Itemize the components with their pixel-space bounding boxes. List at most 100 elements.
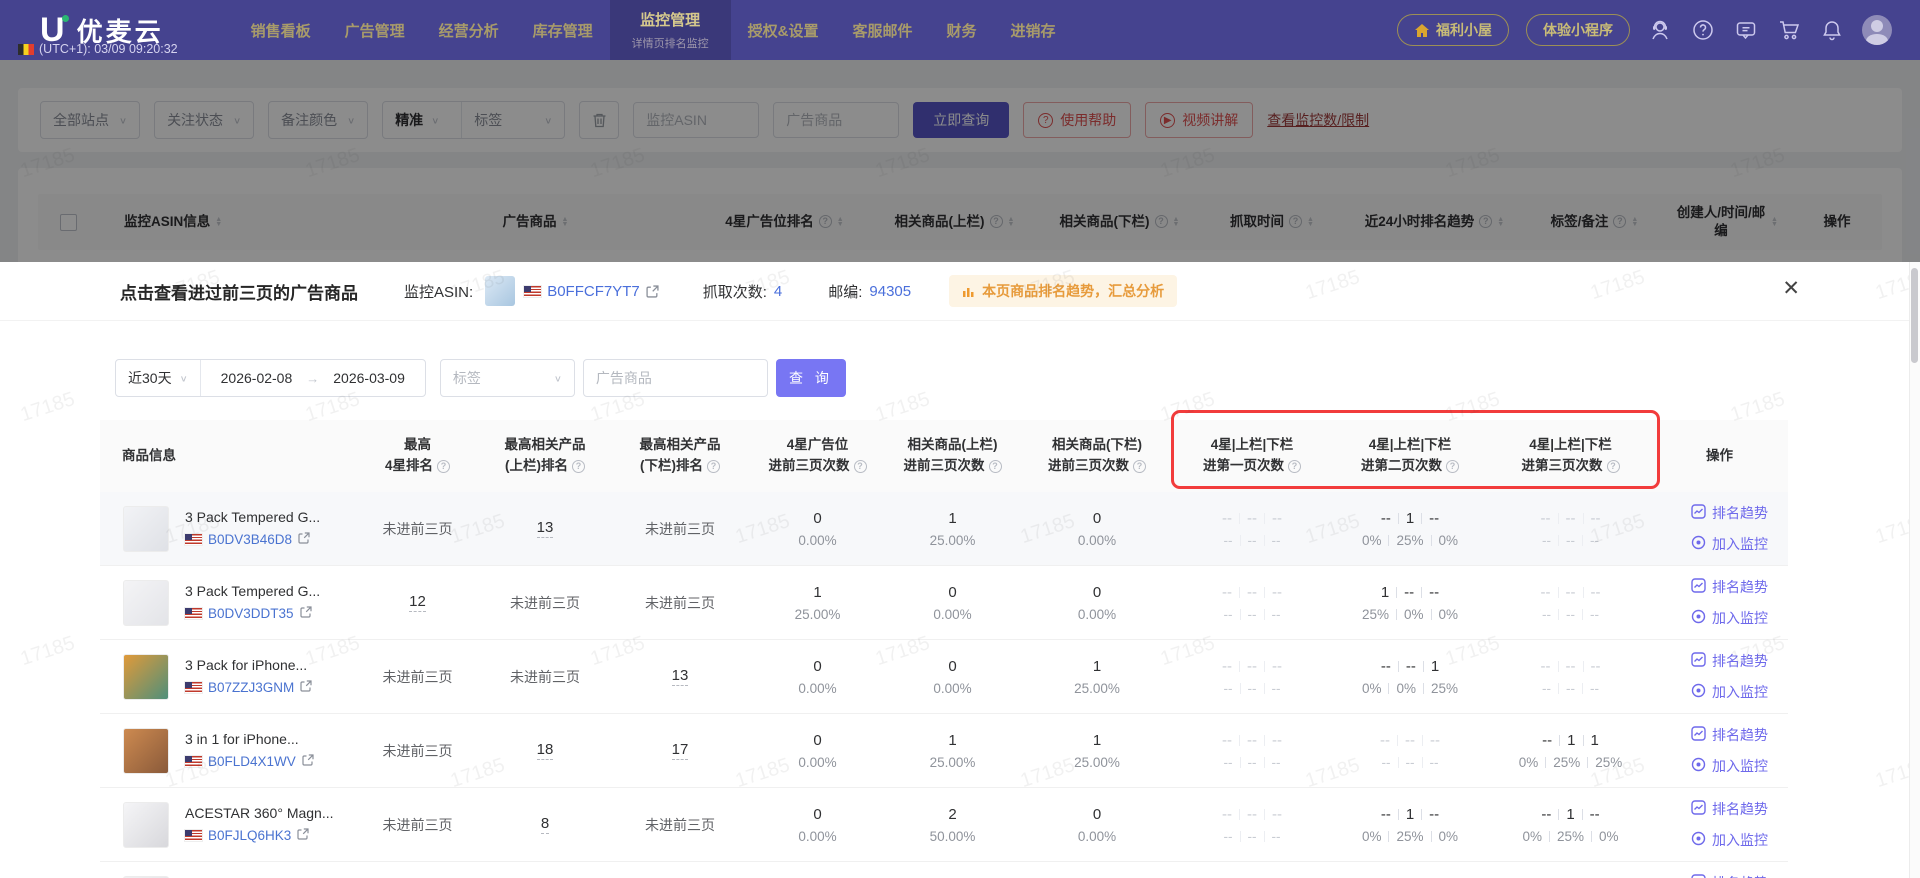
add-monitor-link[interactable]: 加入监控 — [1691, 534, 1768, 554]
nav-item-6[interactable]: 授权&设置 — [731, 0, 836, 60]
nav-item-7[interactable]: 客服邮件 — [835, 0, 929, 60]
modal-column-label-line1: 商品信息 — [122, 447, 176, 463]
page-percent-values: -- -- -- — [1542, 681, 1599, 696]
best-rank-value[interactable]: 13 — [536, 519, 554, 538]
asin-link[interactable]: B0DV3DDT35 — [208, 606, 294, 621]
nav-item-4[interactable]: 库存管理 — [516, 0, 610, 60]
value-segment: 1 — [1380, 583, 1390, 601]
page-scrollbar[interactable] — [1909, 262, 1920, 878]
nav-item-2[interactable]: 广告管理 — [328, 0, 422, 60]
best-rank-cell: 18 — [480, 741, 610, 760]
mini-program-button[interactable]: 体验小程序 — [1526, 14, 1630, 46]
asin-link[interactable]: B0FJLQ6HK3 — [208, 828, 291, 843]
info-question-icon[interactable]: ? — [1446, 459, 1459, 473]
best-rank-value[interactable]: 13 — [671, 667, 689, 686]
external-link-icon[interactable] — [646, 284, 659, 298]
nav-item-5[interactable]: 监控管理 详情页排名监控 — [609, 0, 731, 60]
close-icon[interactable]: ✕ — [1782, 278, 1800, 299]
modal-column-label-text: 4星排名 — [384, 458, 433, 473]
value-segment: -- — [1272, 583, 1282, 601]
bell-icon[interactable] — [1819, 17, 1845, 43]
value-separator — [1587, 756, 1589, 768]
rank-trend-link[interactable]: 排名趋势 — [1691, 799, 1768, 819]
product-image[interactable] — [123, 653, 169, 700]
avatar[interactable] — [1862, 15, 1892, 45]
feedback-message-icon[interactable] — [1733, 17, 1759, 43]
best-rank-value[interactable]: 18 — [536, 741, 554, 760]
external-link-icon[interactable] — [302, 753, 314, 771]
info-question-icon[interactable]: ? — [1606, 459, 1620, 473]
product-image[interactable] — [123, 505, 169, 552]
support-headset-icon[interactable] — [1647, 17, 1673, 43]
page-count-values: -- -- -- — [1222, 658, 1282, 675]
external-link-icon[interactable] — [300, 679, 312, 697]
info-question-icon[interactable]: ? — [572, 459, 585, 473]
nav-item-9[interactable]: 进销存 — [994, 0, 1073, 60]
info-question-icon[interactable]: ? — [988, 459, 1002, 473]
product-image[interactable] — [123, 801, 169, 848]
welfare-house-button[interactable]: 福利小屋 — [1397, 14, 1509, 46]
count-percent: 0.00% — [933, 606, 972, 622]
modal-table-body: 3 Pack Tempered G... B0DV3B46D8 未进前三页 13 未进前… — [100, 492, 1788, 878]
best-rank-value[interactable]: 17 — [671, 741, 689, 760]
info-question-icon[interactable]: ? — [707, 459, 720, 473]
trend-summary-badge[interactable]: 本页商品排名趋势，汇总分析 — [949, 275, 1178, 307]
value-segment: -- — [1405, 754, 1415, 770]
modal-tag-select[interactable]: 标签 ∨ — [439, 359, 575, 397]
rank-trend-link[interactable]: 排名趋势 — [1691, 651, 1768, 671]
product-image[interactable] — [123, 579, 169, 626]
asin-link[interactable]: B0DV3B46D8 — [208, 532, 292, 547]
add-monitor-link[interactable]: 加入监控 — [1691, 608, 1768, 628]
us-flag-icon — [184, 755, 203, 768]
modal-ad-product-input[interactable] — [582, 359, 768, 397]
nav-item-1[interactable]: 销售看板 — [234, 0, 328, 60]
value-separator — [1557, 660, 1559, 672]
asin-link[interactable]: B07ZZJ3GNM — [208, 680, 294, 695]
count-cell: 0 0.00% — [1020, 510, 1174, 548]
info-question-icon[interactable]: ? — [1133, 459, 1146, 473]
external-link-icon[interactable] — [299, 605, 312, 623]
rank-trend-link[interactable]: 排名趋势 — [1691, 873, 1768, 878]
best-rank-value[interactable]: 8 — [540, 815, 550, 834]
table-row[interactable]: 3 Pack Tempered G... B0DV3B46D8 未进前三页 13 未进前… — [100, 492, 1788, 566]
table-row[interactable]: ACESTAR 360° Magn... B0FJLQ6HK3 未进前三页 8 未进前三… — [100, 788, 1788, 862]
help-question-icon[interactable] — [1690, 17, 1716, 43]
page-count-values: -- -- -- — [1541, 658, 1601, 675]
external-link-icon[interactable] — [298, 531, 310, 549]
modal-search-button[interactable]: 查 询 — [775, 359, 846, 397]
info-question-icon[interactable]: ? — [1288, 459, 1301, 473]
value-segment: -- — [1380, 805, 1391, 823]
cart-icon[interactable] — [1776, 17, 1802, 43]
rank-trend-link[interactable]: 排名趋势 — [1691, 577, 1768, 597]
info-question-icon[interactable]: ? — [437, 459, 450, 473]
table-row[interactable]: 3 in 1 for iPhone... B0FLD4X1WV 未进前三页 18 17 0… — [100, 714, 1788, 788]
best-rank-value[interactable]: 12 — [409, 593, 426, 612]
info-question-icon[interactable]: ? — [853, 459, 867, 473]
table-row[interactable]: 010------------------排名趋势加入监控 — [100, 862, 1788, 878]
table-row[interactable]: 3 Pack for iPhone... B07ZZJ3GNM 未进前三页 未进前三页… — [100, 640, 1788, 714]
scrollbar-thumb[interactable] — [1911, 268, 1918, 363]
add-monitor-link[interactable]: 加入监控 — [1691, 756, 1768, 776]
rank-trend-link[interactable]: 排名趋势 — [1691, 725, 1768, 745]
add-monitor-link[interactable]: 加入监控 — [1691, 830, 1768, 850]
asin-link[interactable]: B0FFCF7YT7 — [547, 283, 640, 300]
add-monitor-link[interactable]: 加入监控 — [1691, 682, 1768, 702]
modal-column-header: 最高 4星排名? — [355, 437, 480, 475]
page-percent-values: 0% 25% 0% — [1362, 829, 1458, 844]
product-text: ACESTAR 360° Magn... B0FJLQ6HK3 — [184, 805, 334, 845]
date-range-picker[interactable]: 2026-02-08 → 2026-03-09 — [199, 360, 425, 396]
value-segment: -- — [1222, 509, 1232, 527]
rank-trend-link[interactable]: 排名趋势 — [1691, 503, 1768, 523]
asin-link[interactable]: B0FLD4X1WV — [208, 754, 296, 769]
date-preset-select[interactable]: 近30天 ∨ — [116, 360, 200, 396]
product-cell: 3 Pack for iPhone... B07ZZJ3GNM — [100, 653, 355, 700]
country-flag-icon — [18, 43, 34, 55]
value-segment: -- — [1541, 805, 1552, 823]
product-image[interactable] — [123, 727, 169, 774]
best-rank-cell: 未进前三页 — [610, 593, 750, 613]
external-link-icon[interactable] — [297, 827, 309, 845]
nav-item-8[interactable]: 财务 — [930, 0, 994, 60]
nav-item-3[interactable]: 经营分析 — [422, 0, 516, 60]
product-asin-line: B07ZZJ3GNM — [184, 679, 312, 697]
table-row[interactable]: 3 Pack Tempered G... B0DV3DDT35 12 未进前三页 未进前… — [100, 566, 1788, 640]
